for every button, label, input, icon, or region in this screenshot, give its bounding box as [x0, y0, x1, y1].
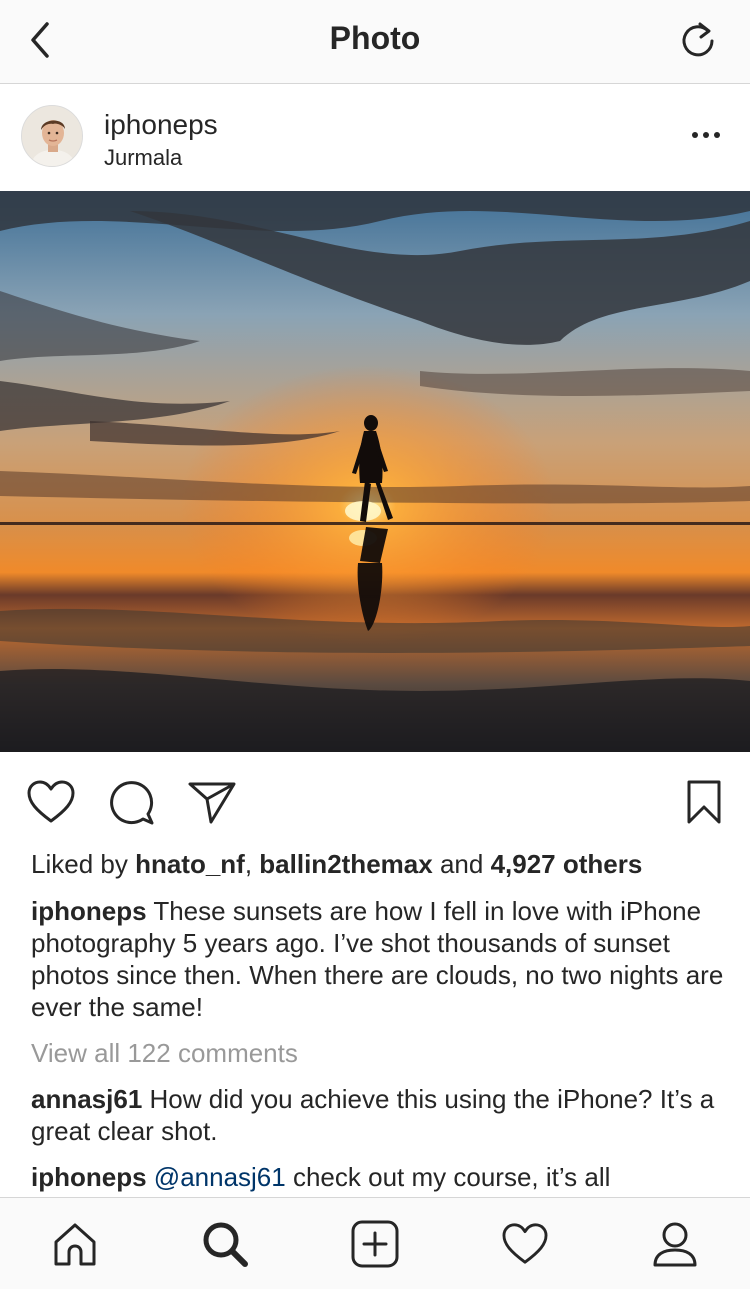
- post-actions: [0, 770, 750, 834]
- bookmark-icon: [687, 780, 721, 824]
- comment-item: annasj61 How did you achieve this using …: [31, 1083, 731, 1147]
- comment-username[interactable]: annasj61: [31, 1084, 142, 1114]
- likes-others-count[interactable]: 4,927 others: [491, 849, 643, 879]
- likes-summary[interactable]: Liked by hnato_nf, ballin2themax and 4,9…: [31, 849, 642, 880]
- top-navbar: Photo: [0, 0, 750, 84]
- avatar-image: [22, 106, 82, 166]
- avatar[interactable]: [21, 105, 83, 167]
- tab-search[interactable]: [195, 1216, 255, 1272]
- comment-icon: [110, 781, 154, 825]
- tab-new-post[interactable]: [345, 1216, 405, 1272]
- refresh-button[interactable]: [674, 16, 722, 64]
- add-post-icon: [351, 1220, 399, 1268]
- refresh-icon: [682, 22, 714, 57]
- tab-home[interactable]: [45, 1216, 105, 1272]
- post-caption: iphoneps These sunsets are how I fell in…: [31, 895, 731, 1023]
- likes-and: and: [439, 849, 484, 879]
- tab-profile[interactable]: [645, 1216, 705, 1272]
- post-location[interactable]: Jurmala: [104, 145, 182, 171]
- caption-username[interactable]: iphoneps: [31, 896, 147, 926]
- comment-username[interactable]: iphoneps: [31, 1162, 147, 1192]
- more-horizontal-icon: [692, 132, 720, 138]
- sunset-photo-image: [0, 191, 750, 752]
- activity-heart-icon: [502, 1223, 548, 1264]
- comment-item: iphoneps @annasj61 check out my course, …: [31, 1161, 731, 1197]
- comment-button[interactable]: [106, 776, 158, 828]
- post-header: iphoneps Jurmala: [0, 85, 750, 191]
- tab-activity[interactable]: [495, 1216, 555, 1272]
- like-button[interactable]: [25, 776, 77, 828]
- liker-username[interactable]: ballin2themax: [259, 849, 432, 879]
- bottom-tab-bar: [0, 1197, 750, 1289]
- likes-prefix: Liked by: [31, 849, 128, 879]
- post-photo[interactable]: [0, 191, 750, 752]
- liker-username[interactable]: hnato_nf: [135, 849, 245, 879]
- home-icon: [54, 1223, 96, 1266]
- profile-icon: [653, 1222, 697, 1267]
- send-icon: [188, 782, 236, 824]
- likes-separator: ,: [244, 849, 260, 879]
- share-button[interactable]: [186, 776, 238, 828]
- search-icon: [203, 1222, 248, 1267]
- heart-icon: [27, 780, 75, 823]
- save-button[interactable]: [678, 776, 730, 828]
- more-options-button[interactable]: [690, 121, 722, 149]
- comment-mention[interactable]: @annasj61: [154, 1162, 286, 1192]
- view-all-comments-link[interactable]: View all 122 comments: [31, 1038, 298, 1069]
- page-title: Photo: [329, 20, 421, 56]
- post-username[interactable]: iphoneps: [104, 109, 218, 141]
- comment-text: check out my course, it’s all: [292, 1162, 611, 1192]
